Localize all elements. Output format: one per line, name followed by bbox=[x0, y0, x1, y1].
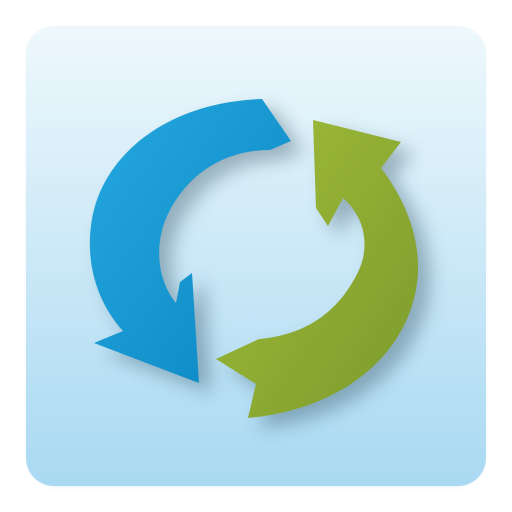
sync-arrows-icon bbox=[26, 26, 486, 486]
app-icon[interactable] bbox=[0, 0, 512, 512]
